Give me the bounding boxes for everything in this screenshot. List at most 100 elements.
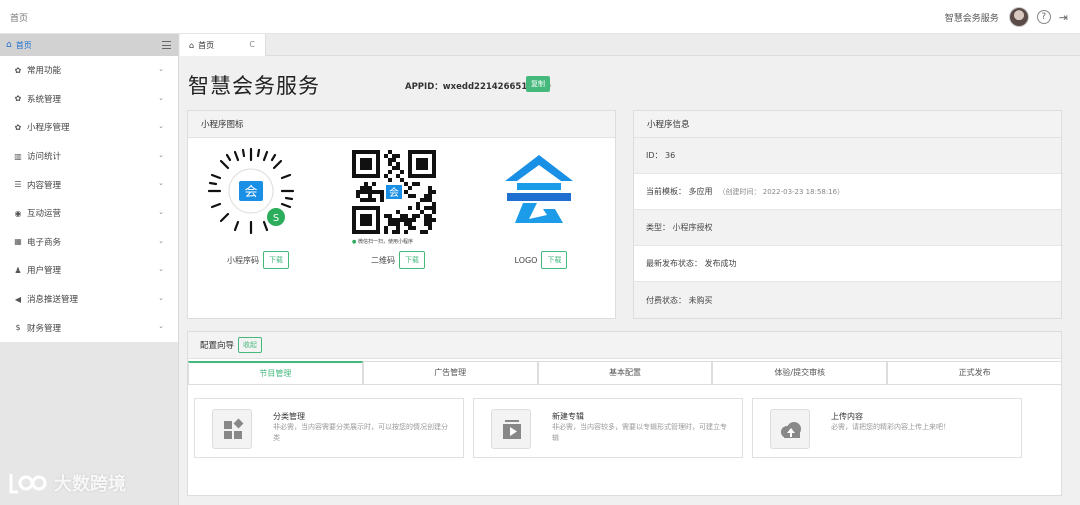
video-album-icon [491,409,531,449]
chevron-down-icon: ⌄ [158,322,164,331]
qrcode-cell: 会 ● 微信扫一扫，使用小程序 二维码 下载 [328,138,468,318]
svg-text:会: 会 [244,185,257,200]
top-bar: 首页 智慧会务服务 ? ⇥ [0,0,1080,34]
chevron-down-icon: ⌄ [158,150,164,159]
info-text: 当前模板： 多应用 [646,187,713,196]
svg-text:会: 会 [389,186,399,199]
tab-program[interactable]: 节目管理 [188,361,363,384]
breadcrumb[interactable]: 首页 [10,11,28,24]
card-upload[interactable]: 上传内容 必需，请把您的精彩内容上传上来吧！ [752,398,1022,458]
tab-basic-config[interactable]: 基本配置 [537,361,713,384]
sidebar-item-label: 系统管理 [27,94,62,105]
home-icon: ⌂ [6,40,12,50]
card-desc: 必需，请把您的精彩内容上传上来吧！ [831,423,950,431]
logo-image [505,155,573,223]
tab-home[interactable]: ⌂ 首页 C [180,34,266,56]
card-desc: 非必需，当内容需要分类展示时，可以按您的情况创建分类 [273,423,448,442]
sidebar-item-miniapp[interactable]: ✿ 小程序管理 ⌄ [0,113,178,142]
volume-icon: ◀ [14,294,22,304]
info-row-publish-status: 最新发布状态： 发布成功 [634,246,1061,282]
sidebar-item-content[interactable]: ☰ 内容管理 ⌄ [0,170,178,199]
tab-label: 首页 [198,40,215,50]
sidebar-item-home[interactable]: ⌂ 首页 [0,34,178,56]
chevron-down-icon: ⌄ [158,93,164,102]
sidebar-item-system[interactable]: ✿ 系统管理 ⌄ [0,85,178,114]
sidebar-item-label: 访问统计 [27,152,62,163]
top-bar-right: 智慧会务服务 ? ⇥ [945,6,1068,28]
chevron-down-icon: ⌄ [158,293,164,302]
download-button[interactable]: 下载 [263,251,289,269]
tab-ads[interactable]: 广告管理 [362,361,538,384]
sidebar-item-push[interactable]: ◀ 消息推送管理 ⌄ [0,285,178,314]
eye-icon: ◉ [14,208,22,218]
bar-chart-icon: ▥ [14,151,22,161]
sidebar-item-label: 消息推送管理 [27,295,79,306]
info-text: 付费状态： 未购买 [646,295,713,305]
sidebar: ⌂ 首页 ✿ 常用功能 ⌄ ✿ 系统管理 ⌄ ✿ 小程序管理 ⌄ ▥ 访问统计 ⌄ ☰ 内容管理 ⌄… [0,34,179,505]
qr-caption: ● 微信扫一扫，使用小程序 [352,238,442,245]
gear-icon: ✿ [14,122,22,132]
chevron-down-icon: ⌄ [158,122,164,131]
download-button[interactable]: 下载 [541,251,568,269]
card-category[interactable]: 分类管理 非必需，当内容需要分类展示时，可以按您的情况创建分类 [194,398,464,458]
calculator-icon: ▦ [14,237,22,247]
sidebar-item-users[interactable]: ♟ 用户管理 ⌄ [0,256,178,285]
tab-publish[interactable]: 正式发布 [887,361,1062,384]
info-text: 类型： 小程序授权 [646,223,713,232]
refresh-icon[interactable]: C [249,40,255,49]
check-icon: ● [352,239,357,245]
icon-label-row: 小程序码 下载 [188,251,328,269]
chevron-down-icon: ⌄ [158,236,164,245]
guide-title: 配置向导 [200,341,235,351]
miniapp-code-cell: 会 S 小程序码 下载 [188,138,328,318]
sidebar-item-label: 首页 [15,40,32,50]
gear-icon: ✿ [14,65,22,75]
database-icon: ☰ [14,180,22,190]
created-time: （创建时间： 2022-03-23 18:58:16） [718,187,845,196]
guide-header: 配置向导 收起 [188,332,1061,359]
collapse-button[interactable]: 收起 [238,337,263,353]
card-album[interactable]: 新建专辑 非必需，当内容较多，需要以专辑形式管理时，可建立专辑 [473,398,743,458]
qrcode-image: 会 [352,150,436,234]
info-row-id: ID： 36 [634,138,1061,174]
copy-button[interactable]: 复制 [526,76,550,92]
guide-panel: 配置向导 收起 节目管理 广告管理 基本配置 体验/提交审核 正式发布 分类管理… [187,331,1062,496]
info-row-template: 当前模板： 多应用 （创建时间： 2022-03-23 18:58:16） [634,174,1061,210]
mini-icon-panel: 小程序图标 会 S 小程序码 下载 会 ● 微信扫一扫，使用小程序 二维码 下载… [187,110,616,319]
logo-cell: LOGO 下载 [471,138,611,318]
sidebar-item-label: 内容管理 [27,180,62,191]
guide-tabs: 节目管理 广告管理 基本配置 体验/提交审核 正式发布 [188,361,1062,385]
menu-toggle-icon[interactable] [162,41,171,49]
card-title: 新建专辑 [552,412,584,421]
avatar[interactable] [1008,7,1029,27]
sidebar-item-commerce[interactable]: ▦ 电子商务 ⌄ [0,228,178,257]
home-icon: ⌂ [189,40,195,50]
sidebar-item-label: 常用功能 [27,66,62,77]
tab-bar: ⌂ 首页 C [180,34,1080,56]
icon-label: 小程序码 [227,255,259,265]
watermark-logo-icon [9,474,47,494]
dollar-icon: $ [15,323,21,333]
icon-label-row: 二维码 下载 [328,251,468,269]
chevron-down-icon: ⌄ [158,265,164,274]
info-text: ID： 36 [646,151,676,160]
sidebar-item-label: 电子商务 [27,237,62,248]
icon-label-row: LOGO 下载 [471,251,611,269]
card-desc: 非必需，当内容较多，需要以专辑形式管理时，可建立专辑 [552,423,727,442]
service-name[interactable]: 智慧会务服务 [945,11,999,24]
sidebar-item-label: 小程序管理 [27,123,70,134]
sidebar-item-common[interactable]: ✿ 常用功能 ⌄ [0,56,178,85]
logout-icon[interactable]: ⇥ [1059,11,1068,24]
tab-review[interactable]: 体验/提交审核 [712,361,888,384]
chevron-down-icon: ⌄ [158,207,164,216]
download-button[interactable]: 下载 [399,251,425,269]
sidebar-item-interaction[interactable]: ◉ 互动运营 ⌄ [0,199,178,228]
help-icon[interactable]: ? [1036,10,1051,24]
chevron-down-icon: ⌄ [158,179,164,188]
sidebar-item-finance[interactable]: $ 财务管理 ⌄ [0,313,178,342]
icon-list: 会 S 小程序码 下载 会 ● 微信扫一扫，使用小程序 二维码 下载 LOGO … [188,138,616,318]
svg-text:S: S [273,213,279,224]
page-title: 智慧会务服务 [188,74,320,98]
sidebar-item-stats[interactable]: ▥ 访问统计 ⌄ [0,142,178,171]
grid-icon [212,409,252,449]
